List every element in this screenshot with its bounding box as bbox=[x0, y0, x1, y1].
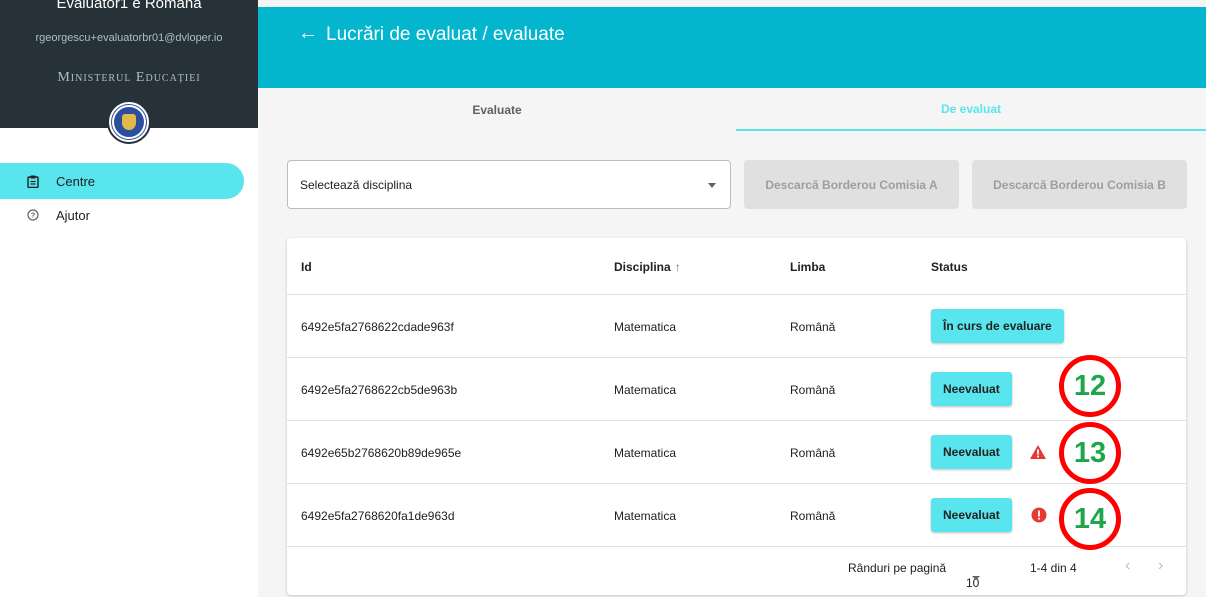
table-row[interactable]: 6492e5fa2768620fa1de963d Matematica Româ… bbox=[287, 484, 1186, 547]
column-header-id[interactable]: Id bbox=[301, 260, 312, 274]
cell-id: 6492e5fa2768622cdade963f bbox=[301, 320, 454, 334]
user-email: rgeorgescu+evaluatorbr01@dvloper.io bbox=[35, 32, 223, 44]
top-bar: ← Lucrări de evaluat / evaluate bbox=[258, 7, 1206, 88]
papers-table: Id Disciplina ↑ Limba Status 6492e5fa2768… bbox=[287, 238, 1186, 595]
table-row[interactable]: 6492e5fa2768622cdade963f Matematica Româ… bbox=[287, 295, 1186, 358]
warning-triangle-icon[interactable] bbox=[1029, 444, 1047, 465]
cell-language: Română bbox=[790, 509, 836, 523]
coat-of-arms-icon bbox=[122, 114, 136, 130]
help-circle-icon: ? bbox=[26, 208, 40, 222]
sidebar-item-centre[interactable]: Centre bbox=[0, 163, 244, 199]
government-logo bbox=[107, 100, 151, 144]
table-header: Id Disciplina ↑ Limba Status bbox=[287, 238, 1186, 295]
status-button[interactable]: Neevaluat bbox=[931, 435, 1012, 469]
table-row[interactable]: 6492e65b2768620b89de965e Matematica Româ… bbox=[287, 421, 1186, 484]
back-arrow-icon[interactable]: ← bbox=[298, 22, 318, 45]
cell-language: Română bbox=[790, 383, 836, 397]
sidebar-item-ajutor[interactable]: ? Ajutor bbox=[0, 197, 258, 233]
chevron-down-icon bbox=[708, 183, 716, 188]
tab-evaluate[interactable]: Evaluate bbox=[258, 88, 736, 131]
status-button[interactable]: Neevaluat bbox=[931, 498, 1012, 532]
chevron-down-icon bbox=[972, 576, 980, 580]
page-range: 1-4 din 4 bbox=[1030, 561, 1077, 575]
next-page-icon[interactable]: › bbox=[1158, 557, 1163, 575]
svg-text:?: ? bbox=[31, 211, 36, 220]
info-circle-icon[interactable] bbox=[1031, 507, 1047, 528]
cell-discipline: Matematica bbox=[614, 509, 677, 523]
cell-language: Română bbox=[790, 446, 836, 460]
discipline-select[interactable]: Selectează disciplina bbox=[287, 160, 731, 209]
status-button[interactable]: În curs de evaluare bbox=[931, 309, 1064, 343]
cell-discipline: Matematica bbox=[614, 383, 677, 397]
cell-discipline: Matematica bbox=[614, 320, 677, 334]
column-header-label: Disciplina bbox=[614, 260, 671, 274]
sidebar-item-label: Centre bbox=[56, 173, 96, 189]
previous-page-icon[interactable]: ‹ bbox=[1125, 557, 1130, 575]
discipline-select-value: Selectează disciplina bbox=[300, 178, 413, 192]
clipboard-icon bbox=[26, 174, 40, 188]
cell-id: 6492e65b2768620b89de965e bbox=[301, 446, 462, 460]
column-header-language[interactable]: Limba bbox=[790, 260, 825, 274]
sidebar-item-label: Ajutor bbox=[56, 207, 90, 223]
user-name: Evaluator1 e Romana bbox=[56, 0, 202, 12]
column-header-discipline[interactable]: Disciplina ↑ bbox=[614, 260, 681, 274]
sidebar: Evaluator1 e Romana rgeorgescu+evaluator… bbox=[0, 0, 258, 597]
cell-language: Română bbox=[790, 320, 836, 334]
cell-id: 6492e5fa2768622cb5de963b bbox=[301, 383, 458, 397]
download-commission-a-button[interactable]: Descarcă Borderou Comisia A bbox=[744, 160, 959, 209]
annotation-callout: 12 bbox=[1059, 355, 1121, 417]
annotation-callout: 13 bbox=[1059, 422, 1121, 484]
sidebar-nav: Centre ? Ajutor bbox=[0, 163, 258, 233]
ministry-name: Ministerul Educației bbox=[57, 70, 201, 85]
page-title: Lucrări de evaluat / evaluate bbox=[326, 24, 565, 45]
annotation-callout: 14 bbox=[1059, 488, 1121, 550]
pagination: Rânduri pe pagină 10 1-4 din 4 ‹ › bbox=[287, 546, 1186, 591]
download-commission-b-button[interactable]: Descarcă Borderou Comisia B bbox=[972, 160, 1187, 209]
app: Evaluator1 e Romana rgeorgescu+evaluator… bbox=[0, 0, 1206, 597]
logo-seal-icon bbox=[112, 105, 146, 139]
cell-id: 6492e5fa2768620fa1de963d bbox=[301, 509, 455, 523]
status-button[interactable]: Neevaluat bbox=[931, 372, 1012, 406]
tab-bar: Evaluate De evaluat bbox=[258, 88, 1206, 131]
cell-discipline: Matematica bbox=[614, 446, 677, 460]
table-row[interactable]: 6492e5fa2768622cb5de963b Matematica Româ… bbox=[287, 358, 1186, 421]
rows-per-page-label: Rânduri pe pagină bbox=[848, 561, 947, 575]
column-header-status[interactable]: Status bbox=[931, 260, 968, 274]
tab-de-evaluat[interactable]: De evaluat bbox=[736, 88, 1206, 131]
sort-arrow-up-icon: ↑ bbox=[674, 260, 681, 274]
